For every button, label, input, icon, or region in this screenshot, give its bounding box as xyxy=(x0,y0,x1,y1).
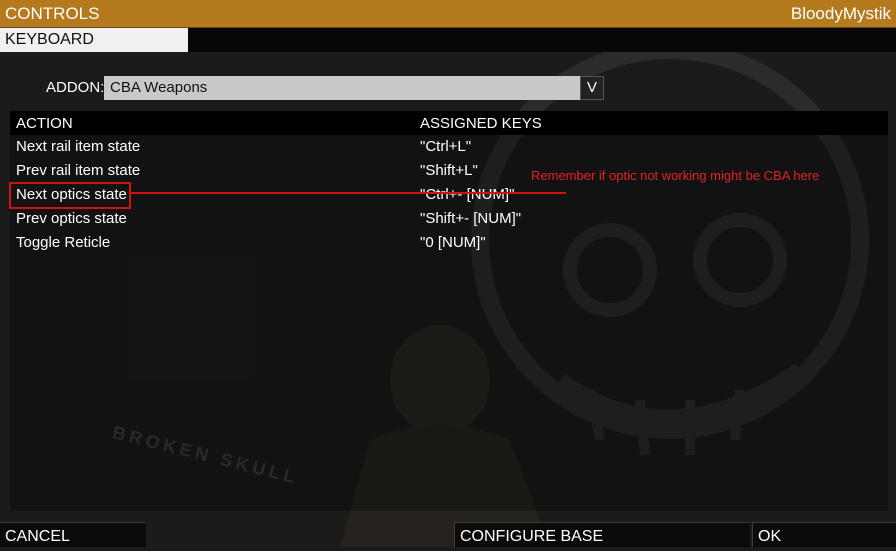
table-row[interactable]: Prev optics state "Shift+- [NUM]" xyxy=(10,207,888,231)
chevron-down-icon[interactable]: V xyxy=(580,76,604,100)
title-bar: CONTROLS BloodyMystik xyxy=(0,0,896,28)
tab-keyboard[interactable]: KEYBOARD xyxy=(0,28,188,52)
window-title: CONTROLS xyxy=(5,4,100,23)
assigned-keys: "0 [NUM]" xyxy=(420,234,486,251)
ok-button[interactable]: OK xyxy=(752,522,896,547)
assigned-keys: "Shift+L" xyxy=(420,162,478,179)
cancel-button[interactable]: CANCEL xyxy=(0,522,146,547)
assigned-keys: "Ctrl+L" xyxy=(420,138,472,155)
header-action: ACTION xyxy=(16,115,73,132)
assigned-keys: "Ctrl+- [NUM]" xyxy=(420,186,515,203)
table-row[interactable]: Next optics state "Ctrl+- [NUM]" xyxy=(10,183,888,207)
addon-selected-value: CBA Weapons xyxy=(110,79,208,96)
annotation-line xyxy=(131,192,566,194)
addon-label: ADDON: xyxy=(46,79,105,96)
assigned-keys: "Shift+- [NUM]" xyxy=(420,210,522,227)
tab-strip: KEYBOARD xyxy=(0,28,896,52)
annotation-highlight-box xyxy=(9,182,131,209)
table-row[interactable]: Toggle Reticle "0 [NUM]" xyxy=(10,231,888,255)
action-name: Next rail item state xyxy=(16,138,141,155)
list-header: ACTION ASSIGNED KEYS xyxy=(10,111,888,135)
annotation-text: Remember if optic not working might be C… xyxy=(531,168,820,183)
action-name: Prev rail item state xyxy=(16,162,141,179)
action-name: Toggle Reticle xyxy=(16,234,111,251)
table-row[interactable]: Next rail item state "Ctrl+L" xyxy=(10,135,888,159)
player-name: BloodyMystik xyxy=(790,4,891,23)
configure-base-button[interactable]: CONFIGURE BASE xyxy=(454,522,750,547)
action-name: Prev optics state xyxy=(16,210,127,227)
addon-dropdown[interactable]: CBA Weapons V xyxy=(104,76,604,100)
header-assigned-keys: ASSIGNED KEYS xyxy=(420,115,542,132)
